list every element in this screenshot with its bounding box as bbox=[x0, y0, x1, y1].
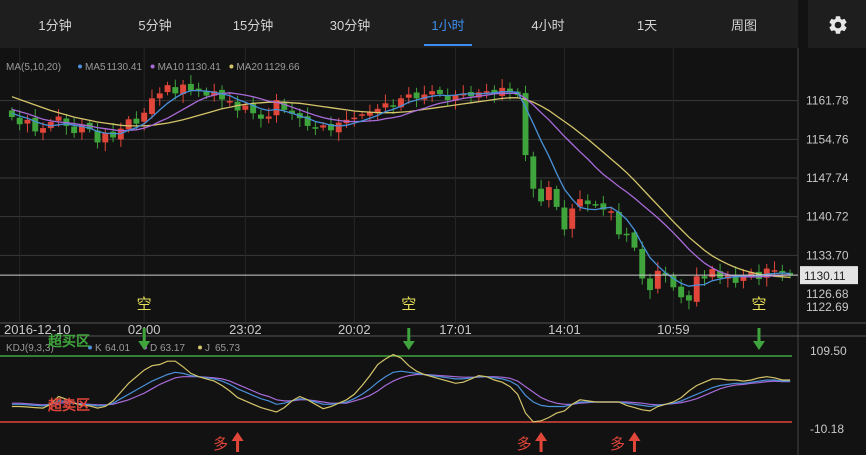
price-tick-label: 1126.68 bbox=[806, 287, 849, 301]
ma-legend-value: 1130.41 bbox=[185, 62, 221, 73]
up-arrow-icon bbox=[628, 432, 641, 441]
down-arrow-icon bbox=[402, 341, 415, 350]
ma-indicator-label: MA(5,10,20) bbox=[6, 62, 61, 73]
kdj-legend-name: J bbox=[205, 343, 210, 354]
kdj-legend-value: 64.01 bbox=[105, 343, 130, 354]
kdj-indicator-label: KDJ(9,3,3) bbox=[6, 343, 54, 354]
short-signal-label: 空 bbox=[751, 296, 766, 313]
kdj-tick-label: 109.50 bbox=[810, 344, 847, 358]
timeframe-tab-bar: 1分钟 5分钟 15分钟 30分钟 1小时 4小时 1天 周图 bbox=[0, 0, 798, 48]
candle bbox=[553, 185, 560, 211]
tab-1hour[interactable]: 1小时 bbox=[431, 0, 464, 48]
down-arrow-icon bbox=[752, 341, 765, 350]
ma-legend-name: MA20 bbox=[236, 62, 263, 73]
time-tick-label: 14:01 bbox=[548, 322, 581, 337]
long-signal: 多 bbox=[610, 432, 641, 453]
tab-weekly[interactable]: 周图 bbox=[731, 0, 757, 48]
kdj-k-line bbox=[11, 370, 791, 408]
down-arrow-icon bbox=[138, 341, 151, 350]
legend-dot bbox=[150, 64, 155, 69]
long-signal-label: 多 bbox=[517, 436, 532, 453]
ma-legend-value: 1130.41 bbox=[107, 62, 143, 73]
tab-1day[interactable]: 1天 bbox=[637, 0, 657, 48]
overbought-zone-label: 超买区 bbox=[47, 333, 90, 349]
price-tick-label: 1147.74 bbox=[806, 171, 849, 185]
legend-dot bbox=[229, 64, 234, 69]
time-tick-label: 17:01 bbox=[439, 322, 472, 337]
short-signal-label: 空 bbox=[401, 296, 416, 313]
kdj-tick-label: -10.18 bbox=[810, 422, 844, 436]
price-tick-label: 1154.76 bbox=[806, 132, 849, 146]
legend-dot bbox=[198, 345, 202, 350]
tab-1min[interactable]: 1分钟 bbox=[38, 0, 71, 48]
kdj-legend-name: D bbox=[150, 343, 157, 354]
ma-legend-name: MA5 bbox=[85, 62, 106, 73]
price-tick-label: 1140.72 bbox=[806, 210, 849, 224]
price-tick-label: 1161.78 bbox=[806, 94, 849, 108]
tab-15min[interactable]: 15分钟 bbox=[233, 0, 273, 48]
kdj-legend-name: K bbox=[95, 343, 102, 354]
current-price-value: 1130.11 bbox=[804, 269, 846, 283]
short-signal-label: 空 bbox=[137, 296, 152, 313]
active-tab-underline bbox=[424, 44, 472, 46]
time-tick-label: 10:59 bbox=[657, 322, 690, 337]
kdj-j-line bbox=[11, 353, 791, 423]
long-signal-label: 多 bbox=[213, 436, 228, 453]
ma-legend-value: 1129.66 bbox=[264, 62, 300, 73]
kdj-legend-value: 63.17 bbox=[160, 343, 185, 354]
tab-4hour[interactable]: 4小时 bbox=[531, 0, 564, 48]
long-signal: 多 bbox=[517, 432, 548, 453]
tab-5min[interactable]: 5分钟 bbox=[138, 0, 171, 48]
long-signal: 多 bbox=[213, 432, 244, 453]
price-tick-label: 1133.70 bbox=[806, 248, 849, 262]
kline-chart: 1161.78 1154.76 1147.74 1140.72 1133.70 1126.… bbox=[0, 48, 866, 455]
price-tick-label: 1122.69 bbox=[806, 300, 849, 314]
time-tick-label: 23:02 bbox=[229, 322, 262, 337]
kdj-d-line bbox=[11, 373, 791, 406]
tab-30min[interactable]: 30分钟 bbox=[330, 0, 370, 48]
ma-legend-name: MA10 bbox=[158, 62, 185, 73]
kdj-legend-value: 65.73 bbox=[215, 343, 240, 354]
gear-icon bbox=[829, 16, 847, 34]
time-tick-label: 20:02 bbox=[338, 322, 371, 337]
legend-dot bbox=[78, 64, 82, 69]
long-signal-label: 多 bbox=[610, 436, 625, 453]
up-arrow-icon bbox=[231, 432, 244, 441]
up-arrow-icon bbox=[535, 432, 548, 441]
settings-button[interactable] bbox=[808, 0, 866, 48]
oversold-zone-label: 超卖区 bbox=[47, 397, 90, 413]
